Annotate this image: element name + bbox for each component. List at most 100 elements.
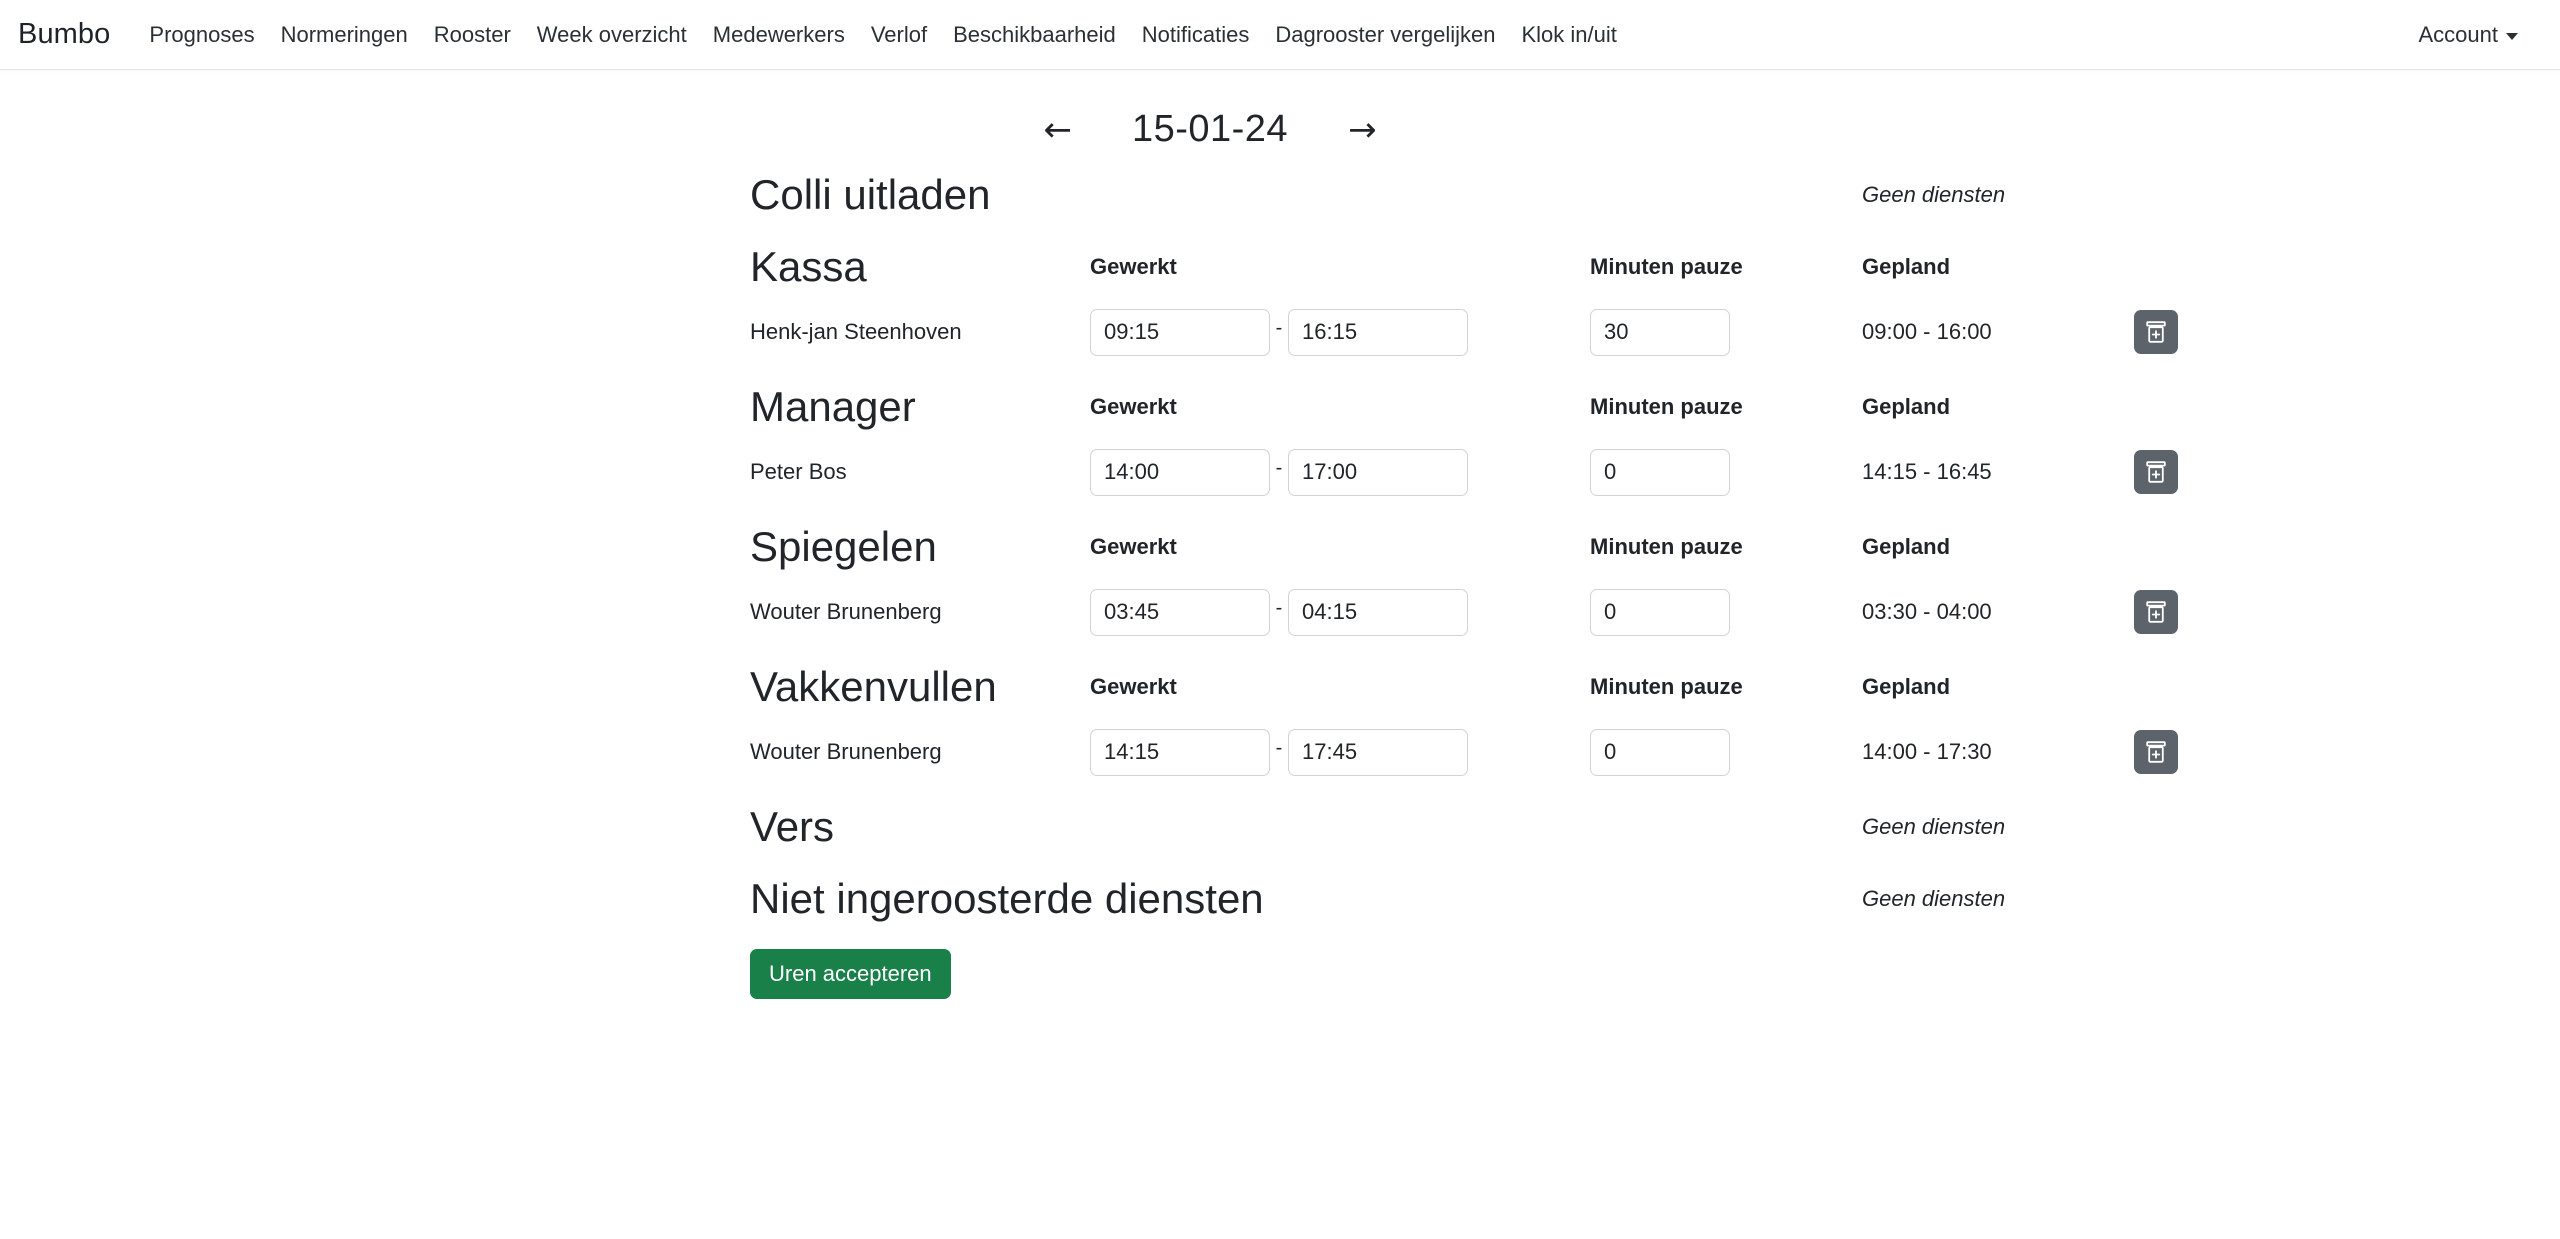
column-header-planned: Gepland <box>1862 674 1951 699</box>
trash-icon[interactable] <box>2134 450 2178 494</box>
worked-time-cell: - <box>1090 588 1590 636</box>
nav-link-dagrooster-vergelijken[interactable]: Dagrooster vergelijken <box>1262 22 1508 48</box>
department-title: Vakkenvullen <box>750 662 997 710</box>
navbar: Bumbo Prognoses Normeringen Rooster Week ov… <box>0 0 2560 70</box>
column-header-planned: Gepland <box>1862 254 1951 279</box>
worked-start-input[interactable] <box>1090 448 1270 496</box>
arrow-left-icon[interactable]: ← <box>1035 109 1080 151</box>
nav-link-beschikbaarheid[interactable]: Beschikbaarheid <box>940 22 1129 48</box>
account-label: Account <box>2418 21 2499 47</box>
planned-time: 03:30 - 04:00 <box>1862 599 1992 624</box>
department-title: Manager <box>750 382 916 430</box>
column-header-worked: Gewerkt <box>1090 254 1177 279</box>
employee-name: Peter Bos <box>750 459 847 484</box>
nav-item: Klok in/uit <box>1508 22 1629 48</box>
worked-end-input[interactable] <box>1288 588 1468 636</box>
nav-link-klok-in-uit[interactable]: Klok in/uit <box>1508 22 1629 48</box>
arrow-right-icon[interactable]: → <box>1340 109 1385 151</box>
worked-start-input[interactable] <box>1090 728 1270 776</box>
shift-row: Wouter Brunenberg - 14:00 - 17:30 <box>750 721 2280 783</box>
pause-cell <box>1590 728 1862 776</box>
time-range-group: - <box>1090 308 1590 356</box>
employee-name: Wouter Brunenberg <box>750 739 942 764</box>
department-header-row: Manager Gewerkt Minuten pauze Gepland <box>750 379 2280 435</box>
time-range-separator: - <box>1275 317 1283 339</box>
column-header-pause: Minuten pauze <box>1590 534 1743 559</box>
time-range-group: - <box>1090 588 1590 636</box>
navbar-right: Account <box>2419 22 2537 48</box>
time-range-group: - <box>1090 448 1590 496</box>
content-container: ← 15-01-24 → Colli uitladen Geen diensten… <box>280 70 2280 1000</box>
pause-minutes-input[interactable] <box>1590 728 1730 776</box>
worked-end-input[interactable] <box>1288 308 1468 356</box>
brand-logo[interactable]: Bumbo <box>18 18 110 51</box>
nav-link-verlof[interactable]: Verlof <box>858 22 940 48</box>
time-range-separator: - <box>1275 737 1283 759</box>
nav-item: Beschikbaarheid <box>940 22 1129 48</box>
shift-row: Peter Bos - 14:15 - 16:45 <box>750 441 2280 503</box>
department-name-cell: Vakkenvullen <box>750 663 1090 711</box>
worked-start-input[interactable] <box>1090 308 1270 356</box>
department-header-row: Kassa Gewerkt Minuten pauze Gepland <box>750 239 2280 295</box>
pause-minutes-input[interactable] <box>1590 588 1730 636</box>
nav-item: Week overzicht <box>524 22 700 48</box>
trash-icon[interactable] <box>2134 590 2178 634</box>
pause-cell <box>1590 308 1862 356</box>
column-header-pause: Minuten pauze <box>1590 394 1743 419</box>
account-menu[interactable]: Account <box>2418 21 2518 48</box>
actions-cell <box>2134 730 2254 774</box>
department-header-row: Spiegelen Gewerkt Minuten pauze Gepland <box>750 519 2280 575</box>
planned-time: 14:15 - 16:45 <box>1862 459 1992 484</box>
column-header-worked: Gewerkt <box>1090 394 1177 419</box>
pause-cell <box>1590 588 1862 636</box>
worked-end-input[interactable] <box>1288 448 1468 496</box>
department-header-row: Vakkenvullen Gewerkt Minuten pauze Gepland <box>750 659 2280 715</box>
department-name-cell: Kassa <box>750 243 1090 291</box>
department-header-row: Niet ingeroosterde diensten Geen diensten <box>750 871 2280 927</box>
department-title: Colli uitladen <box>750 170 991 218</box>
current-date: 15-01-24 <box>1131 108 1289 150</box>
nav-item: Normeringen <box>268 22 421 48</box>
column-header-planned: Gepland <box>1862 534 1951 559</box>
accept-row: Uren accepteren <box>280 927 2280 1000</box>
nav-link-rooster[interactable]: Rooster <box>421 22 524 48</box>
actions-cell <box>2134 310 2254 354</box>
nav-link-notificaties[interactable]: Notificaties <box>1129 22 1263 48</box>
worked-time-cell: - <box>1090 308 1590 356</box>
planned-time: 14:00 - 17:30 <box>1862 739 1992 764</box>
trash-icon[interactable] <box>2134 310 2178 354</box>
nav-item: Medewerkers <box>700 22 858 48</box>
no-shifts-message: Geen diensten <box>1862 886 2006 911</box>
time-range-group: - <box>1090 728 1590 776</box>
actions-cell <box>2134 450 2254 494</box>
nav-item: Dagrooster vergelijken <box>1262 22 1508 48</box>
department-name-cell: Spiegelen <box>750 523 1090 571</box>
pause-minutes-input[interactable] <box>1590 308 1730 356</box>
nav-link-prognoses[interactable]: Prognoses <box>136 22 267 48</box>
nav-link-normeringen[interactable]: Normeringen <box>268 22 421 48</box>
column-header-worked: Gewerkt <box>1090 674 1177 699</box>
trash-icon[interactable] <box>2134 730 2178 774</box>
nav-link-week-overzicht[interactable]: Week overzicht <box>524 22 700 48</box>
no-shifts-message: Geen diensten <box>1862 814 2006 839</box>
department-name-cell: Manager <box>750 383 1090 431</box>
nav-link-medewerkers[interactable]: Medewerkers <box>700 22 858 48</box>
employee-name: Wouter Brunenberg <box>750 599 942 624</box>
department-title: Spiegelen <box>750 522 937 570</box>
department-header-row: Vers Geen diensten <box>750 799 2280 855</box>
department-header-row: Colli uitladen Geen diensten <box>750 167 2280 223</box>
nav-item: Notificaties <box>1129 22 1263 48</box>
department-name-cell: Colli uitladen <box>750 171 1090 219</box>
pause-minutes-input[interactable] <box>1590 448 1730 496</box>
nav-item: Prognoses <box>136 22 267 48</box>
worked-end-input[interactable] <box>1288 728 1468 776</box>
department-name-cell: Niet ingeroosterde diensten <box>750 875 1264 923</box>
worked-start-input[interactable] <box>1090 588 1270 636</box>
accept-hours-button[interactable]: Uren accepteren <box>750 949 951 1000</box>
planned-time: 09:00 - 16:00 <box>1862 319 1992 344</box>
department-title: Vers <box>750 802 835 850</box>
column-header-pause: Minuten pauze <box>1590 674 1743 699</box>
shift-row: Henk-jan Steenhoven - 09:00 - 16:00 <box>750 301 2280 363</box>
date-navigation: ← 15-01-24 → <box>140 70 2280 151</box>
nav-item: Rooster <box>421 22 524 48</box>
